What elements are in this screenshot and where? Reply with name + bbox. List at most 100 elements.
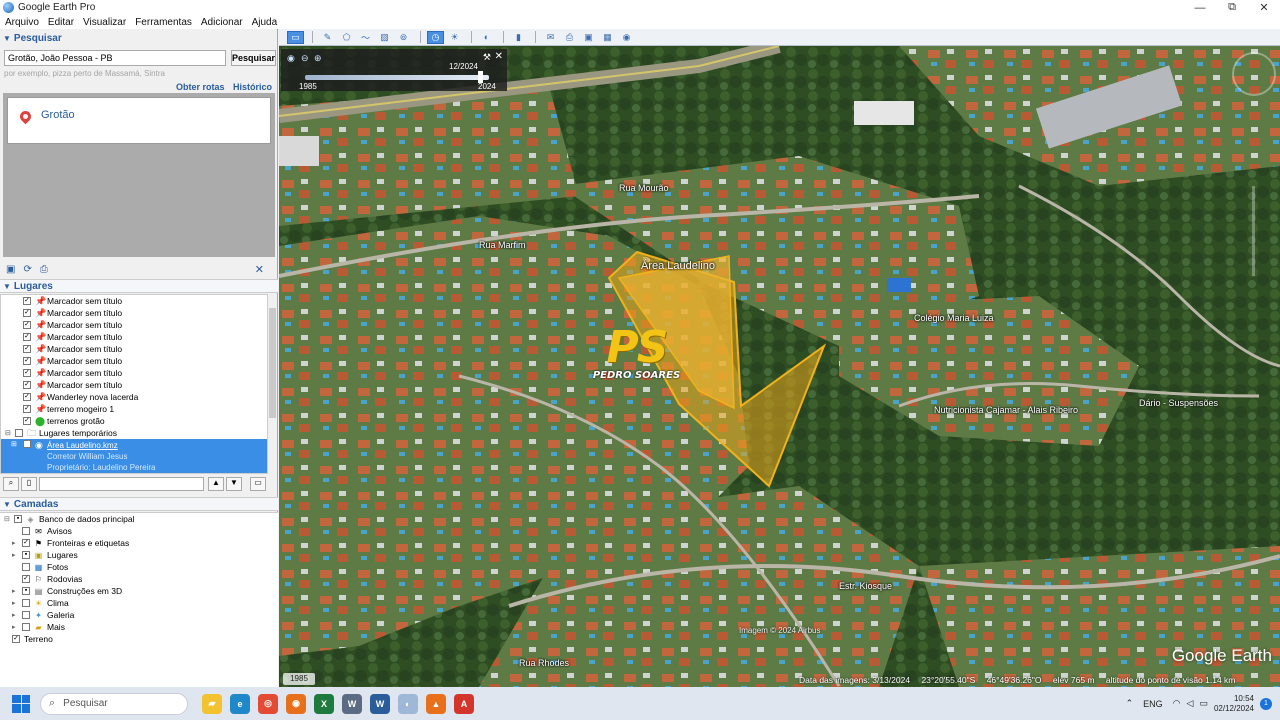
list-item[interactable]: ✓ 📌 Marcador sem título [1, 343, 267, 355]
layers-section-header[interactable]: ▼ Camadas [0, 497, 278, 511]
map-label[interactable]: Dário - Suspensões [1139, 398, 1218, 408]
close-icon[interactable]: ✕ [495, 51, 503, 62]
search-input[interactable] [4, 50, 226, 66]
add-folder-icon[interactable]: ▣ [6, 264, 15, 275]
vlc-icon[interactable]: ▲ [426, 693, 446, 714]
historical-imagery-slider[interactable]: ◉ ⊖ ⊕ ⚒ ✕ 12/2024 1985 2024 [281, 49, 507, 91]
menu-visualizar[interactable]: Visualizar [83, 17, 126, 28]
email-button[interactable]: ✉ [542, 31, 559, 44]
record-tour-button[interactable]: ⊚ [395, 31, 412, 44]
temp-folder-item[interactable]: ⊟ 🗀 Lugares temporários [1, 427, 267, 439]
checkbox[interactable]: ✓ [12, 635, 20, 643]
volume-icon[interactable]: ◁ [1187, 698, 1194, 709]
checkbox[interactable] [22, 599, 30, 607]
zoom-in-icon[interactable]: ⊕ [314, 53, 322, 64]
panel-toggle-icon[interactable]: ▯ [21, 477, 37, 491]
places-scrollbar[interactable] [267, 294, 277, 474]
notification-badge[interactable]: 1 [1260, 697, 1272, 710]
layer-item[interactable]: ▸ ✦ Galeria [0, 609, 278, 621]
view-in-maps-button[interactable]: ▦ [599, 31, 616, 44]
places-section-header[interactable]: ▼ Lugares [0, 279, 278, 293]
selected-kmz-item[interactable]: ⊞ ✓ ◉ Área Laudelino.kmz Corretor Willia… [1, 439, 267, 473]
file-explorer-icon[interactable]: ▰ [202, 693, 222, 714]
list-item[interactable]: ✓ 📌 Marcador sem título [1, 319, 267, 331]
checkbox[interactable]: ✓ [22, 575, 30, 583]
save-image-button[interactable]: ▣ [580, 31, 597, 44]
excel-icon[interactable]: X [314, 693, 334, 714]
clock[interactable]: 10:54 02/12/2024 [1214, 694, 1254, 714]
edge-icon[interactable]: e [230, 693, 250, 714]
refresh-icon[interactable]: ⟳ [23, 264, 31, 275]
expand-icon[interactable]: ▸ [12, 623, 22, 631]
map-view[interactable]: ◉ ⊖ ⊕ ⚒ ✕ 12/2024 1985 2024 Área Laudeli… [279, 46, 1280, 687]
add-placemark-button[interactable]: ✎ [319, 31, 336, 44]
search-result-item[interactable]: Grotão [7, 97, 271, 144]
chrome-icon[interactable]: ◎ [258, 693, 278, 714]
checkbox[interactable]: ✓ [23, 357, 31, 365]
checkbox[interactable]: ✓ [23, 345, 31, 353]
checkbox[interactable] [22, 623, 30, 631]
checkbox[interactable]: ✓ [23, 321, 31, 329]
search-button[interactable]: Pesquisar [231, 50, 276, 66]
layer-item[interactable]: ✓ Terreno [0, 633, 278, 645]
layer-item[interactable]: ▸ ☀ Clima [0, 597, 278, 609]
wrench-icon[interactable]: ⚒ [483, 52, 491, 63]
add-overlay-button[interactable]: ▨ [376, 31, 393, 44]
search-section-header[interactable]: ▼ Pesquisar [0, 31, 277, 45]
map-label[interactable]: Estr. Kiosque [839, 581, 892, 591]
checkbox[interactable]: ▪ [22, 587, 30, 595]
firefox-icon[interactable]: ◉ [286, 693, 306, 714]
checkbox[interactable]: ✓ [22, 539, 30, 547]
menu-arquivo[interactable]: Arquivo [5, 17, 39, 28]
area-label[interactable]: Área Laudelino [641, 260, 715, 272]
checkbox[interactable]: ✓ [23, 333, 31, 341]
zoom-out-icon[interactable]: ⊖ [301, 53, 309, 64]
expand-icon[interactable]: ▸ [12, 611, 22, 619]
list-item[interactable]: ✓ 📌 Marcador sem título [1, 295, 267, 307]
collapse-icon[interactable]: ⊟ [5, 429, 15, 437]
list-item[interactable]: ✓ 📌 Wanderley nova lacerda [1, 391, 267, 403]
zoom-slider[interactable] [1252, 186, 1255, 276]
map-label[interactable]: Colégio Maria Luiza [914, 313, 994, 323]
expand-icon[interactable]: ▸ [12, 587, 22, 595]
list-item[interactable]: ✓ 📌 Marcador sem título [1, 355, 267, 367]
layer-item[interactable]: ▸ ▪ ▤ Construções em 3D [0, 585, 278, 597]
arrow-down-icon[interactable]: ▼ [226, 477, 242, 491]
historical-imagery-button[interactable]: ◷ [427, 30, 444, 44]
checkbox[interactable]: ✓ [23, 393, 31, 401]
word-icon[interactable]: W [370, 693, 390, 714]
list-item[interactable]: ✓ 📌 Marcador sem título [1, 367, 267, 379]
checkbox[interactable] [22, 563, 30, 571]
close-button[interactable]: ✕ [1248, 0, 1280, 15]
close-icon[interactable]: ✕ [255, 263, 264, 276]
checkbox[interactable]: ✓ [23, 405, 31, 413]
sunlight-button[interactable]: ☀ [446, 31, 463, 44]
chevron-up-icon[interactable]: ⌃ [1126, 698, 1134, 709]
sidebar-toggle-button[interactable]: ▭ [287, 30, 304, 44]
layer-item[interactable]: ✉ Avisos [0, 525, 278, 537]
print-icon[interactable]: ⎙ [40, 264, 48, 275]
get-directions-link[interactable]: Obter rotas [176, 82, 225, 92]
map-label[interactable]: Rua Marfim [479, 240, 526, 250]
acrobat-icon[interactable]: A [454, 693, 474, 714]
checkbox[interactable]: ✓ [23, 417, 31, 425]
checkbox[interactable]: ▪ [14, 515, 22, 523]
menu-adicionar[interactable]: Adicionar [201, 17, 243, 28]
earth-gallery-button[interactable]: ◉ [618, 31, 635, 44]
map-label[interactable]: Rua Mourão [619, 183, 669, 193]
print-button[interactable]: ⎙ [561, 31, 578, 44]
sidebar-toggle-icon[interactable]: ▭ [250, 477, 266, 491]
checkbox[interactable]: ✓ [23, 440, 31, 448]
google-earth-taskbar-icon[interactable]: ◐ [398, 693, 418, 714]
list-item[interactable]: ✓ ⬤ terrenos grotão [1, 415, 267, 427]
arrow-up-icon[interactable]: ▲ [208, 477, 224, 491]
checkbox[interactable]: ✓ [23, 297, 31, 305]
globe-icon[interactable]: ◉ [287, 53, 295, 64]
checkbox[interactable]: ✓ [23, 381, 31, 389]
kmz-name[interactable]: Área Laudelino.kmz [47, 440, 156, 451]
taskbar-search[interactable]: ⌕ Pesquisar [40, 692, 188, 715]
expand-icon[interactable]: ▸ [12, 599, 22, 607]
minimize-button[interactable]: — [1184, 0, 1216, 15]
menu-editar[interactable]: Editar [48, 17, 74, 28]
search-icon[interactable]: ⌕ [3, 477, 19, 491]
